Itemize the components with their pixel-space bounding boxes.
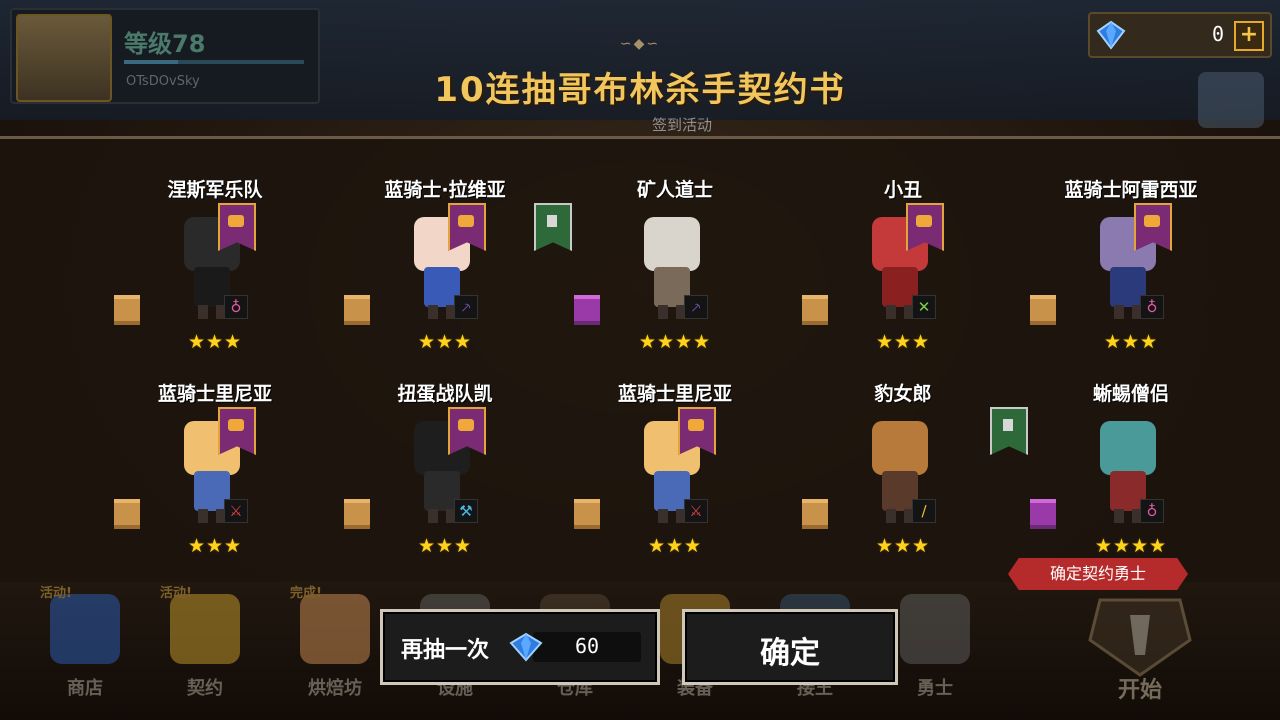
- green-cross-icon: ✕: [912, 295, 936, 319]
- pink-circle-icon: ♁: [224, 295, 248, 319]
- scroll-icon: [114, 499, 140, 529]
- gem-currency: 0 +: [1088, 12, 1272, 58]
- purple-staff-icon: ⸕: [684, 295, 708, 319]
- diamond-icon: [509, 632, 543, 662]
- confirm-heroes-tag: 确定契约勇士: [1008, 558, 1188, 590]
- pink-circle-icon: ♁: [1140, 295, 1164, 319]
- red-sword-icon: ⚔: [224, 499, 248, 523]
- hero-card[interactable]: 矿人道士 ⸕ ★★★★: [534, 175, 780, 365]
- hero-name: 蓝骑士·拉维亚: [384, 179, 506, 201]
- hero-card[interactable]: 蓝骑士里尼亚 ⚔ ★★★: [110, 379, 320, 569]
- hero-card[interactable]: 蜥蜴僧侣 ♁ ★★★★: [990, 379, 1236, 569]
- hero-name: 蓝骑士里尼亚: [617, 383, 732, 405]
- hero-name: 豹女郎: [874, 383, 932, 405]
- diamond-icon: [1096, 20, 1126, 50]
- star-rating: ★★★: [417, 331, 473, 353]
- hero-name: 扭蛋战队凯: [397, 383, 493, 405]
- hero-card[interactable]: 蓝骑士·拉维亚 ⸕ ★★★: [340, 175, 550, 365]
- nav-label: 契约: [187, 678, 223, 699]
- scroll-icon: [114, 295, 140, 325]
- checkin-label: 签到活动: [652, 116, 713, 134]
- confirm-button[interactable]: 确定: [682, 609, 898, 685]
- nav-item[interactable]: 活动! 契约: [150, 582, 260, 712]
- hero-card[interactable]: 小丑 ✕ ★★★: [798, 175, 1008, 365]
- nav-badge: 活动!: [160, 586, 192, 601]
- redraw-button[interactable]: 再抽一次 60: [380, 609, 660, 685]
- star-rating: ★★★: [875, 331, 931, 353]
- nav-icon: [900, 594, 970, 664]
- star-rating: ★★★: [647, 535, 703, 557]
- nav-item[interactable]: 完成! 烘焙坊: [280, 582, 390, 712]
- nav-label: 烘焙坊: [308, 678, 362, 699]
- redraw-label: 再抽一次: [401, 638, 490, 663]
- red-sword-icon: ⚔: [684, 499, 708, 523]
- hero-name: 蓝骑士里尼亚: [157, 383, 272, 405]
- scroll-icon: [344, 295, 370, 325]
- purple-staff-icon: ⸕: [454, 295, 478, 319]
- blue-hammer-icon: ⚒: [454, 499, 478, 523]
- nav-icon: [300, 594, 370, 664]
- hero-name: 涅斯军乐队: [167, 179, 263, 201]
- star-rating: ★★★: [187, 535, 243, 557]
- nav-label: 商店: [67, 678, 103, 699]
- hero-name: 蓝骑士阿雷西亚: [1064, 179, 1198, 201]
- hero-card[interactable]: 豹女郎 ∕ ★★★: [798, 379, 1008, 569]
- scroll-icon: [802, 295, 828, 325]
- nav-icon: [170, 594, 240, 664]
- scroll-icon: [574, 295, 600, 325]
- hero-name: 小丑: [883, 179, 922, 201]
- green-banner-icon: [990, 407, 1028, 455]
- gem-count: 0: [1211, 22, 1224, 46]
- redraw-cost: 60: [575, 634, 600, 658]
- page-title: 10连抽哥布林杀手契约书: [434, 70, 846, 110]
- nav-icon: [50, 594, 120, 664]
- title-ornament: ∽◆∽: [619, 36, 661, 52]
- draw-results-panel: 涅斯军乐队 ♁ ★★★ 蓝骑士·拉维亚 ⸕ ★★★ 矿人道士 ⸕ ★★★★ 小丑 ✕ ★★★ 蓝骑士阿雷…: [0, 136, 1280, 588]
- scroll-icon: [344, 499, 370, 529]
- green-banner-icon: [534, 203, 572, 251]
- star-rating: ★★★: [1103, 331, 1159, 353]
- scroll-icon: [1030, 499, 1056, 529]
- hero-name: 矿人道士: [636, 179, 713, 201]
- hero-name: 蜥蜴僧侣: [1092, 383, 1169, 405]
- hero-card[interactable]: 蓝骑士阿雷西亚 ♁ ★★★: [1026, 175, 1236, 365]
- hero-card[interactable]: 蓝骑士里尼亚 ⚔ ★★★: [570, 379, 780, 569]
- star-rating: ★★★: [417, 535, 473, 557]
- star-rating: ★★★★: [1094, 535, 1168, 557]
- scroll-icon: [802, 499, 828, 529]
- gold-dagger-icon: ∕: [912, 499, 936, 523]
- star-rating: ★★★: [875, 535, 931, 557]
- scroll-icon: [574, 499, 600, 529]
- star-rating: ★★★★: [638, 331, 712, 353]
- confirm-label: 确定: [760, 636, 820, 671]
- scroll-icon: [1030, 295, 1056, 325]
- start-label: 开始: [1117, 678, 1162, 703]
- shield-icon: [1088, 598, 1192, 677]
- nav-badge: 活动!: [40, 586, 72, 601]
- nav-badge: 完成!: [290, 586, 322, 601]
- player-level: 等级78: [124, 30, 206, 58]
- nav-item[interactable]: 活动! 商店: [30, 582, 140, 712]
- hero-card[interactable]: 扭蛋战队凯 ⚒ ★★★: [340, 379, 550, 569]
- start-button[interactable]: 开始: [1050, 590, 1230, 715]
- hero-card[interactable]: 涅斯军乐队 ♁ ★★★: [110, 175, 320, 365]
- star-rating: ★★★: [187, 331, 243, 353]
- add-gems-button[interactable]: +: [1234, 21, 1264, 51]
- pink-circle-icon: ♁: [1140, 499, 1164, 523]
